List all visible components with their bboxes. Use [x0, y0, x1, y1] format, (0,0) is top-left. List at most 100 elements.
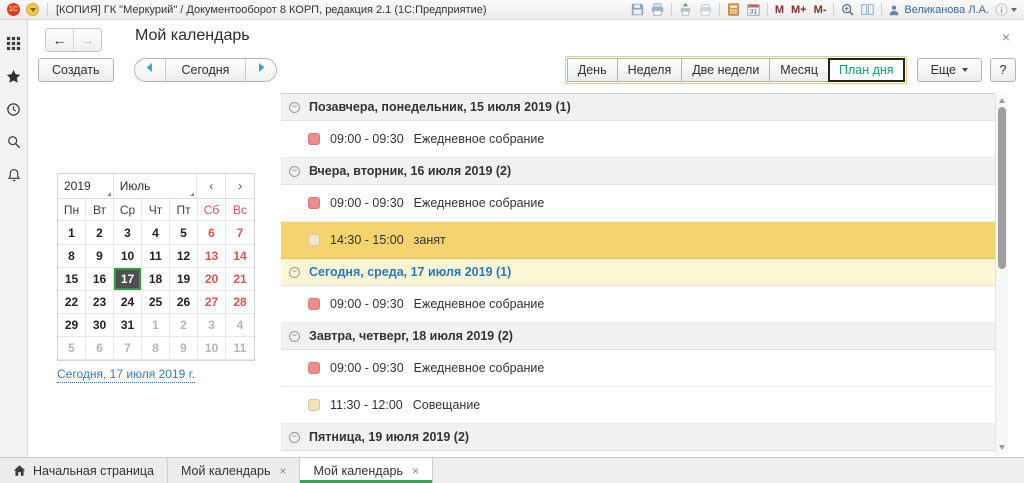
close-tab-icon[interactable]: × — [412, 464, 419, 478]
view-button-3[interactable]: Две недели — [681, 58, 771, 82]
calendar-day[interactable]: 20 — [198, 268, 226, 291]
calendar-day[interactable]: 12 — [170, 245, 198, 268]
calendar-day[interactable]: 21 — [226, 268, 254, 291]
calendar-day[interactable]: 5 — [58, 337, 86, 360]
calendar-day[interactable]: 26 — [170, 291, 198, 314]
back-button[interactable]: ← — [46, 29, 73, 51]
tab-my-calendar-1[interactable]: Мой календарь × — [167, 458, 301, 483]
today-date-link[interactable]: Сегодня, 17 июля 2019 г. — [57, 367, 195, 383]
calendar-day[interactable]: 25 — [142, 291, 170, 314]
calculator-icon[interactable] — [727, 3, 740, 16]
calendar-day[interactable]: 29 — [58, 314, 86, 337]
calendar-day[interactable]: 11 — [142, 245, 170, 268]
calendar-day[interactable]: 5 — [170, 222, 198, 245]
agenda-event-row[interactable]: 14:30 - 15:00 занят — [281, 222, 995, 259]
memory-minus-button[interactable]: M- — [814, 4, 827, 16]
calendar-day[interactable]: 30 — [86, 314, 114, 337]
calendar-day[interactable]: 16 — [86, 268, 114, 291]
split-view-icon[interactable] — [861, 3, 874, 16]
calendar-day[interactable]: 2 — [170, 314, 198, 337]
calendar-day[interactable]: 8 — [142, 337, 170, 360]
tab-my-calendar-2[interactable]: Мой календарь × — [300, 458, 434, 483]
prev-month-button[interactable]: ‹ — [197, 174, 227, 198]
print-preview-icon[interactable] — [699, 3, 712, 16]
favorites-star-icon[interactable] — [5, 67, 23, 85]
calendar-day[interactable]: 15 — [58, 268, 86, 291]
agenda-event-row[interactable]: 09:00 - 09:30 Ежедневное собрание — [281, 350, 995, 387]
calendar-day[interactable]: 7 — [226, 222, 254, 245]
next-period-button[interactable] — [246, 59, 277, 81]
main-menu-button[interactable] — [26, 3, 39, 16]
close-tab-icon[interactable]: × — [279, 464, 286, 478]
calendar-day[interactable]: 23 — [86, 291, 114, 314]
calendar-day[interactable]: 4 — [142, 222, 170, 245]
collapse-icon[interactable] — [289, 101, 300, 113]
calendar-day[interactable]: 10 — [114, 245, 142, 268]
calendar-day[interactable]: 6 — [198, 222, 226, 245]
calendar-day[interactable]: 28 — [226, 291, 254, 314]
year-select[interactable]: 2019 — [58, 174, 114, 198]
notifications-bell-icon[interactable] — [5, 166, 23, 184]
calendar-day[interactable]: 7 — [114, 337, 142, 360]
calendar-day[interactable]: 18 — [142, 268, 170, 291]
close-form-icon[interactable]: × — [1002, 30, 1010, 44]
calendar-day[interactable]: 9 — [170, 337, 198, 360]
memory-plus-button[interactable]: M+ — [791, 4, 807, 16]
history-icon[interactable] — [5, 100, 23, 118]
collapse-icon[interactable] — [289, 330, 300, 342]
scrollbar-thumb[interactable] — [998, 107, 1006, 269]
vertical-scrollbar[interactable] — [995, 95, 1008, 453]
search-icon[interactable] — [5, 133, 23, 151]
view-button-1[interactable]: День — [566, 58, 618, 82]
agenda-group-header[interactable]: Пятница, 19 июля 2019 (2) — [281, 424, 995, 451]
next-month-button[interactable]: › — [226, 174, 254, 198]
zoom-icon[interactable] — [841, 3, 855, 16]
more-button[interactable]: Еще — [916, 58, 982, 82]
collapse-icon[interactable] — [289, 266, 300, 278]
current-user[interactable]: Великанова Л.А. — [888, 4, 989, 16]
calendar-icon[interactable]: 31 — [747, 3, 760, 16]
agenda-event-row[interactable]: 09:00 - 09:30 Ежедневное собрание — [281, 185, 995, 222]
calendar-day[interactable]: 10 — [198, 337, 226, 360]
agenda-event-row[interactable]: 09:00 - 09:30 Ежедневное собрание — [281, 121, 995, 158]
calendar-day[interactable]: 1 — [58, 222, 86, 245]
tab-start-page[interactable]: Начальная страница — [0, 458, 168, 483]
agenda-group-header[interactable]: Завтра, четверг, 18 июля 2019 (2) — [281, 323, 995, 350]
print-settings-icon[interactable] — [679, 3, 692, 16]
calendar-day[interactable]: 24 — [114, 291, 142, 314]
calendar-day[interactable]: 27 — [198, 291, 226, 314]
agenda-event-row[interactable]: 11:30 - 12:00 Совещание — [281, 387, 995, 424]
calendar-day[interactable]: 19 — [170, 268, 198, 291]
prev-period-button[interactable] — [134, 59, 165, 81]
create-button[interactable]: Создать — [38, 58, 114, 82]
today-button[interactable]: Сегодня — [164, 59, 247, 81]
calendar-day[interactable]: 3 — [198, 314, 226, 337]
month-select[interactable]: Июль — [114, 174, 198, 198]
save-icon[interactable] — [631, 3, 644, 16]
memory-recall-button[interactable]: M — [775, 4, 784, 16]
view-button-4[interactable]: Месяц — [769, 58, 829, 82]
forward-button[interactable]: → — [73, 29, 101, 51]
calendar-day[interactable]: 13 — [198, 245, 226, 268]
calendar-day[interactable]: 31 — [114, 314, 142, 337]
agenda-group-header[interactable]: Позавчера, понедельник, 15 июля 2019 (1) — [281, 94, 995, 121]
calendar-day[interactable]: 14 — [226, 245, 254, 268]
print-icon[interactable] — [651, 3, 664, 16]
scroll-down-icon[interactable] — [999, 445, 1005, 450]
calendar-day[interactable]: 11 — [226, 337, 254, 360]
calendar-day[interactable]: 22 — [58, 291, 86, 314]
info-menu-button[interactable]: i — [995, 3, 1017, 16]
calendar-day[interactable]: 3 — [114, 222, 142, 245]
agenda-group-header[interactable]: Сегодня, среда, 17 июля 2019 (1) — [281, 259, 995, 286]
view-button-2[interactable]: Неделя — [616, 58, 683, 82]
collapse-icon[interactable] — [289, 165, 300, 177]
collapse-icon[interactable] — [289, 431, 300, 443]
view-button-5[interactable]: План дня — [827, 58, 905, 82]
calendar-day[interactable]: 8 — [58, 245, 86, 268]
agenda-group-header[interactable]: Вчера, вторник, 16 июля 2019 (2) — [281, 158, 995, 185]
menu-grid-icon[interactable] — [5, 34, 23, 52]
calendar-day[interactable]: 2 — [86, 222, 114, 245]
calendar-day[interactable]: 9 — [86, 245, 114, 268]
agenda-event-row[interactable]: 09:00 - 09:30 Ежедневное собрание — [281, 286, 995, 323]
calendar-day[interactable]: 17 — [114, 268, 142, 291]
